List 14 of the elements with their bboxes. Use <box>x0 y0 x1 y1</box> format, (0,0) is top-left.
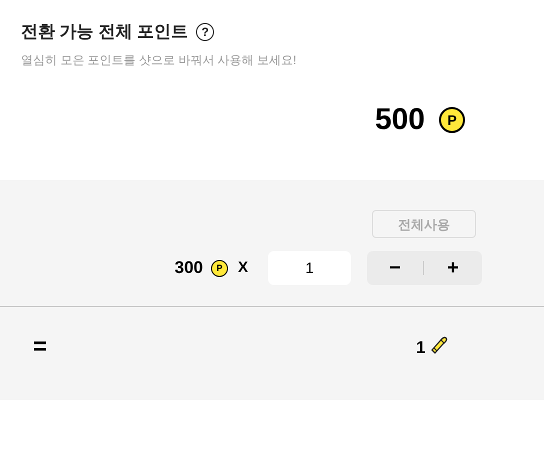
help-icon[interactable]: ? <box>196 23 214 41</box>
minus-button[interactable]: − <box>367 251 423 285</box>
multiply-sign: X <box>238 258 248 278</box>
shot-count: 1 <box>416 338 426 356</box>
equals-sign: = <box>33 335 48 359</box>
point-coin-icon: P <box>210 260 228 276</box>
unit-points: 300 <box>174 257 203 280</box>
section-title: 전환 가능 전체 포인트 <box>21 21 188 43</box>
subtitle: 열심히 모은 포인트를 샷으로 바꿔서 사용해 보세요! <box>21 52 298 68</box>
total-points: 500 <box>374 105 425 135</box>
quantity-field[interactable]: 1 <box>268 251 351 285</box>
point-coin-icon: P <box>439 107 465 133</box>
plus-button[interactable]: + <box>424 251 482 285</box>
bullet-icon <box>430 335 448 355</box>
